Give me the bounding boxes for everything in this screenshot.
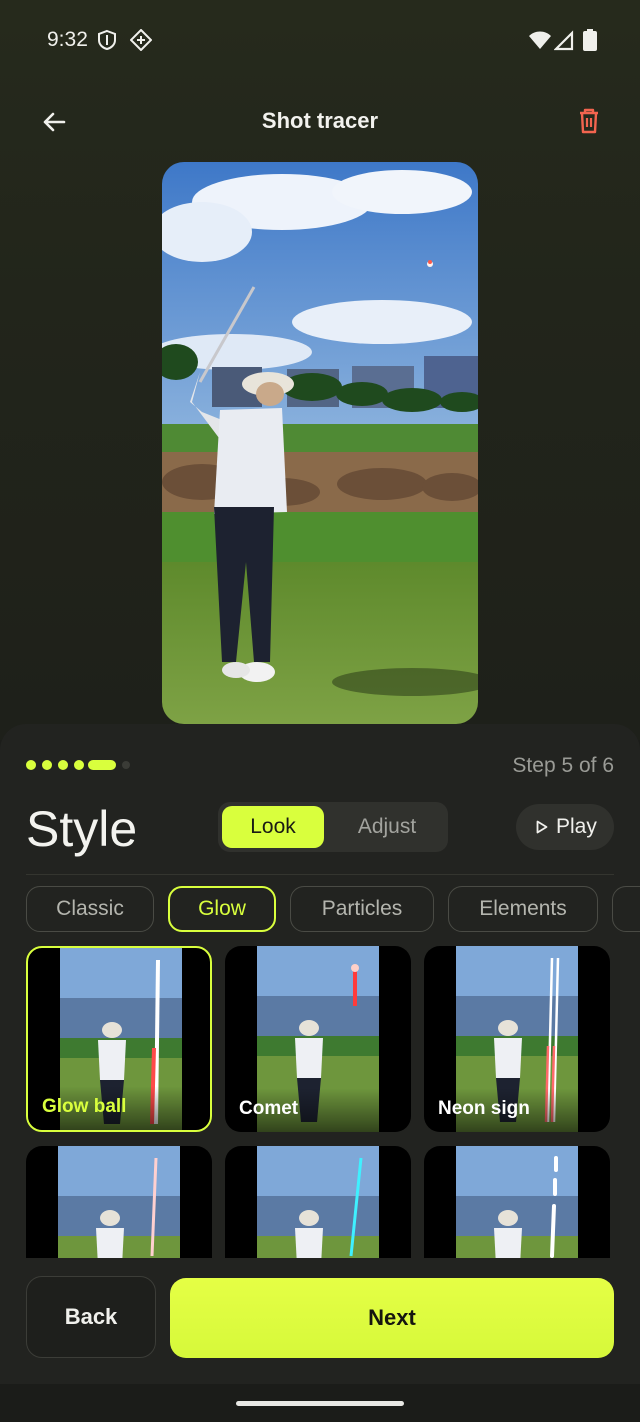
system-nav-bar [0, 1384, 640, 1422]
progress-dot [74, 760, 84, 770]
style-card-6[interactable] [424, 1146, 610, 1258]
progress-dot-current [88, 760, 116, 770]
style-grid: Glow ball Comet Neon sign [0, 946, 640, 1258]
chip-particles[interactable]: Particles [290, 886, 434, 932]
next-button[interactable]: Next [170, 1278, 614, 1358]
status-time: 9:32 [47, 28, 88, 51]
chip-glow[interactable]: Glow [168, 886, 276, 932]
progress-dot [26, 760, 36, 770]
play-icon [536, 820, 548, 834]
style-card-comet[interactable]: Comet [225, 946, 411, 1132]
golfer-scene-image [162, 162, 478, 724]
video-preview[interactable] [162, 162, 478, 724]
style-thumbnail [456, 1146, 578, 1258]
progress-dot [58, 760, 68, 770]
style-card-4[interactable] [26, 1146, 212, 1258]
style-thumbnail [257, 1146, 379, 1258]
chip-elements[interactable]: Elements [448, 886, 598, 932]
step-indicator: Step 5 of 6 [512, 754, 614, 777]
style-card-label: Neon sign [424, 1088, 610, 1132]
look-adjust-toggle: Look Adjust [218, 802, 448, 852]
style-card-label: Glow ball [28, 1086, 210, 1130]
back-button[interactable]: Back [26, 1276, 156, 1358]
location-diamond-icon [130, 29, 152, 51]
style-card-label: Comet [225, 1088, 411, 1132]
section-title: Style [26, 801, 138, 857]
style-card-glow-ball[interactable]: Glow ball [26, 946, 212, 1132]
style-thumbnail [58, 1146, 180, 1258]
footer-actions: Back Next [0, 1258, 640, 1384]
tab-look[interactable]: Look [222, 806, 324, 848]
style-card-neon-sign[interactable]: Neon sign [424, 946, 610, 1132]
progress-dot-remaining [122, 761, 130, 769]
home-handle[interactable] [236, 1401, 404, 1406]
play-label: Play [556, 815, 597, 838]
vpn-shield-icon [98, 29, 116, 51]
style-category-chips: Classic Glow Particles Elements [0, 886, 640, 934]
style-bottom-sheet: Step 5 of 6 Style Look Adjust Play Class… [0, 724, 640, 1384]
style-card-5[interactable] [225, 1146, 411, 1258]
divider [26, 874, 614, 875]
delete-icon[interactable] [572, 104, 606, 138]
play-button[interactable]: Play [516, 804, 614, 850]
status-bar: 9:32 [0, 0, 640, 82]
chip-classic[interactable]: Classic [26, 886, 154, 932]
chip-more[interactable] [612, 886, 640, 932]
wifi-icon [529, 31, 551, 49]
page-title: Shot tracer [261, 108, 379, 133]
app-header: Shot tracer [0, 96, 640, 148]
progress-dot [42, 760, 52, 770]
tab-adjust[interactable]: Adjust [332, 806, 442, 848]
battery-icon [583, 29, 597, 51]
signal-icon [554, 30, 574, 51]
